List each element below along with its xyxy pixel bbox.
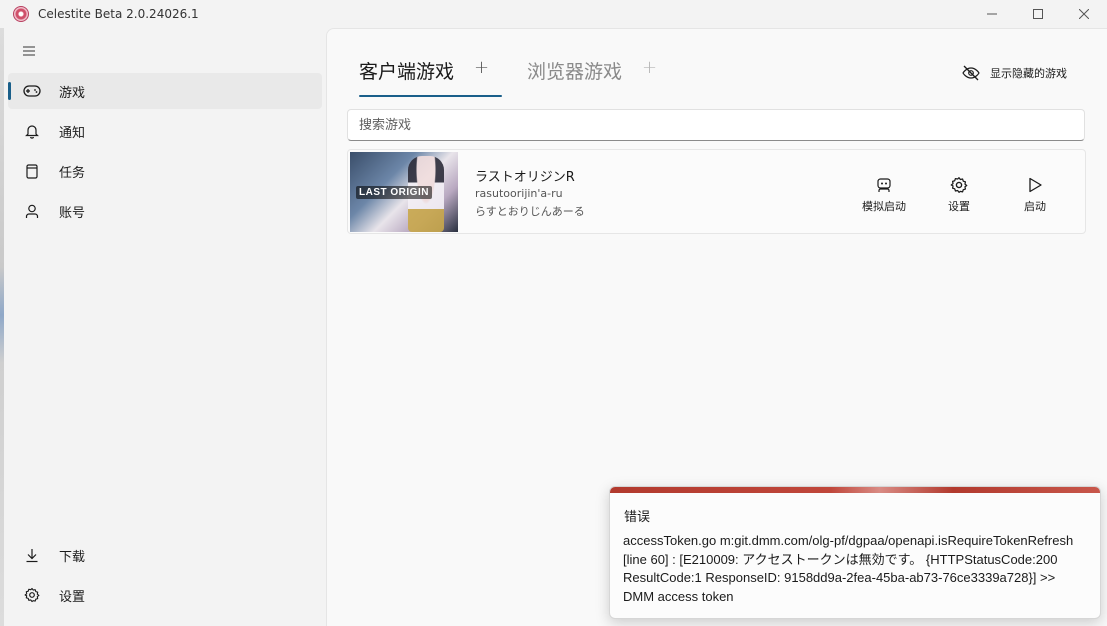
sidebar-item-downloads[interactable]: 下载 xyxy=(8,537,322,573)
gear-icon xyxy=(950,177,968,193)
sidebar-item-label: 下载 xyxy=(59,549,86,565)
tab-label: 客户端游戏 xyxy=(359,61,455,83)
error-toast[interactable]: 错误 accessToken.go m:git.dmm.com/olg-pf/d… xyxy=(609,486,1101,619)
show-hidden-games-label: 显示隐藏的游戏 xyxy=(990,67,1067,80)
sidebar-item-label: 游戏 xyxy=(59,85,86,101)
show-hidden-games-button[interactable]: 显示隐藏的游戏 xyxy=(961,65,1067,81)
search-input[interactable] xyxy=(347,109,1085,141)
launch-button[interactable]: 启动 xyxy=(1005,176,1065,214)
active-tab-indicator xyxy=(359,95,502,97)
gear-icon xyxy=(22,587,42,603)
game-title: ラストオリジンR xyxy=(475,170,575,185)
minimize-icon xyxy=(987,13,997,15)
tab-label: 浏览器游戏 xyxy=(527,61,623,83)
sidebar-item-account[interactable]: 账号 xyxy=(8,193,322,229)
tab-browser-games[interactable]: 浏览器游戏 + xyxy=(527,57,657,97)
toast-message: accessToken.go m:git.dmm.com/olg-pf/dgpa… xyxy=(623,533,1074,604)
sidebar-item-label: 账号 xyxy=(59,205,86,221)
game-settings-button[interactable]: 设置 xyxy=(929,176,989,214)
game-kana: らすとおりじんあーる xyxy=(475,205,585,218)
sidebar-item-label: 设置 xyxy=(59,589,86,605)
sidebar-item-games[interactable]: 游戏 xyxy=(8,73,322,109)
launch-label: 启动 xyxy=(1024,200,1046,213)
download-icon xyxy=(22,548,42,563)
sidebar-item-notifications[interactable]: 通知 xyxy=(8,113,322,149)
clipboard-icon xyxy=(22,163,42,179)
sidebar: 游戏 通知 任务 账号 下载 设置 xyxy=(4,28,326,626)
sidebar-item-settings[interactable]: 设置 xyxy=(8,577,322,613)
simulate-launch-label: 模拟启动 xyxy=(862,200,906,213)
app-logo-icon xyxy=(13,6,29,22)
add-browser-game-button[interactable]: + xyxy=(642,57,657,78)
toast-title: 错误 xyxy=(624,510,651,525)
tab-client-games[interactable]: 客户端游戏 + xyxy=(359,57,489,97)
sidebar-item-tasks[interactable]: 任务 xyxy=(8,153,322,189)
close-button[interactable] xyxy=(1061,0,1107,28)
game-thumbnail: LAST ORIGIN xyxy=(350,152,458,232)
eye-off-icon xyxy=(962,65,980,81)
simulate-launch-button[interactable]: 模拟启动 xyxy=(854,176,914,214)
thumbnail-logo: LAST ORIGIN xyxy=(356,186,432,199)
window-controls xyxy=(969,0,1107,28)
play-icon xyxy=(1029,177,1042,193)
maximize-button[interactable] xyxy=(1015,0,1061,28)
close-icon xyxy=(1079,9,1089,19)
gamepad-icon xyxy=(22,84,42,98)
title-bar: Celestite Beta 2.0.24026.1 xyxy=(0,0,1107,28)
game-settings-label: 设置 xyxy=(948,200,970,213)
game-romaji: rasutoorijin'a-ru xyxy=(475,187,563,200)
window-title: Celestite Beta 2.0.24026.1 xyxy=(38,7,199,21)
sidebar-item-label: 通知 xyxy=(59,125,86,141)
maximize-icon xyxy=(1033,9,1043,19)
robot-icon xyxy=(877,178,891,192)
sidebar-item-label: 任务 xyxy=(59,165,86,181)
bell-icon xyxy=(22,123,42,139)
hamburger-button[interactable] xyxy=(20,42,38,60)
person-icon xyxy=(22,204,42,219)
toast-progress-bar xyxy=(610,487,1100,493)
hamburger-icon xyxy=(23,46,35,56)
game-card[interactable]: LAST ORIGIN ラストオリジンR rasutoorijin'a-ru ら… xyxy=(347,149,1086,234)
minimize-button[interactable] xyxy=(969,0,1015,28)
add-client-game-button[interactable]: + xyxy=(474,57,489,78)
